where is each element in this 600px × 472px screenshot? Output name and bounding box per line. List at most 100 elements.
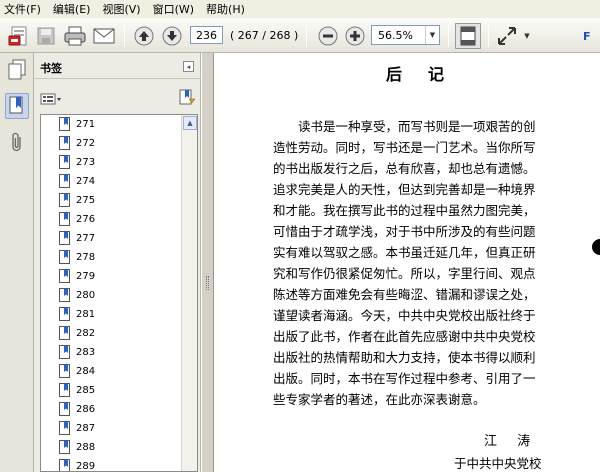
- bookmark-icon: [59, 307, 71, 321]
- bookmark-item[interactable]: 275: [41, 191, 181, 210]
- bookmark-label: 284: [76, 366, 96, 377]
- navigation-strip: [0, 53, 34, 472]
- zoom-out-icon[interactable]: [316, 24, 340, 48]
- bookmark-item[interactable]: 283: [41, 343, 181, 362]
- fit-page-icon[interactable]: [455, 23, 481, 49]
- zoom-in-icon[interactable]: [343, 24, 367, 48]
- document-line: 的书出版发行之后，总有欣喜，却也总有遗憾。: [273, 161, 536, 176]
- bookmark-icon: [59, 459, 71, 471]
- menu-edit[interactable]: 编辑(E): [53, 1, 91, 17]
- bookmark-label: 285: [76, 385, 96, 396]
- bookmark-label: 281: [76, 309, 96, 320]
- menu-help[interactable]: 帮助(H): [206, 1, 245, 17]
- bookmark-label: 272: [76, 138, 96, 149]
- toolbar: ( 267 / 268 ) 56.5% ▼: [0, 18, 600, 53]
- bookmark-tree: 271 272 273 274 275 276 277 278 279 280 281 282 283 2…: [40, 114, 198, 472]
- save-icon[interactable]: [34, 23, 58, 49]
- bookmark-icon: [59, 212, 71, 226]
- signature-name: 江 涛: [484, 434, 539, 449]
- email-icon[interactable]: [91, 23, 117, 49]
- bookmark-label: 289: [76, 461, 96, 472]
- previous-page-icon[interactable]: [132, 24, 156, 48]
- full-screen-icon[interactable]: [494, 23, 520, 49]
- bookmark-label: 276: [76, 214, 96, 225]
- bookmark-item[interactable]: 278: [41, 248, 181, 267]
- bookmark-item[interactable]: 280: [41, 286, 181, 305]
- zoom-value: 56.5%: [378, 28, 413, 42]
- bookmark-icon: [59, 174, 71, 188]
- bookmark-item[interactable]: 276: [41, 210, 181, 229]
- document-line: 些专家学者的著述，在此亦深表谢意。: [273, 392, 486, 407]
- bookmark-item[interactable]: 277: [41, 229, 181, 248]
- bookmarks-panel: 书签 ◂ 271 272 273 274 275 276 277 278 279…: [34, 53, 201, 472]
- document-line: 追求完美是人的天性，但达到完善却是一种境界: [273, 182, 536, 197]
- chevron-down-icon[interactable]: ▼: [522, 30, 532, 42]
- chevron-down-icon[interactable]: ▼: [425, 26, 439, 44]
- bookmark-icon: [59, 421, 71, 435]
- bookmark-icon: [59, 155, 71, 169]
- bookmark-item[interactable]: 282: [41, 324, 181, 343]
- bookmark-item[interactable]: 289: [41, 457, 181, 472]
- bookmark-item[interactable]: 279: [41, 267, 181, 286]
- bookmark-item[interactable]: 286: [41, 400, 181, 419]
- bookmark-item[interactable]: 281: [41, 305, 181, 324]
- bookmark-icon: [59, 383, 71, 397]
- document-line: 出版社的热情帮助和大力支持，使本书得以顺利: [273, 350, 536, 365]
- bookmark-label: 287: [76, 423, 96, 434]
- menu-file[interactable]: 文件(F): [4, 1, 41, 17]
- splitter-grip-icon[interactable]: [206, 276, 209, 290]
- bookmark-icon: [59, 193, 71, 207]
- truncated-toolbar-label[interactable]: F: [583, 30, 591, 43]
- bookmark-label: 278: [76, 252, 96, 263]
- zoom-select[interactable]: 56.5% ▼: [371, 25, 440, 45]
- pdf-reader-window: 文件(F) 编辑(E) 视图(V) 窗口(W) 帮助(H) 236 (267 …: [0, 0, 600, 472]
- bookmark-icon: [59, 231, 71, 245]
- menu-view[interactable]: 视图(V): [102, 1, 140, 17]
- page-edge-marker: [592, 239, 600, 255]
- document-line: 造性劳动。同时，写书还是一门艺术。当你所写: [273, 140, 536, 155]
- bookmark-item[interactable]: 285: [41, 381, 181, 400]
- document-title: 后记: [386, 65, 471, 84]
- scroll-up-icon[interactable]: ▲: [183, 116, 197, 130]
- bookmark-label: 282: [76, 328, 96, 339]
- bookmark-label: 271: [76, 119, 96, 130]
- bookmark-icon: [59, 345, 71, 359]
- print-icon[interactable]: [62, 23, 88, 49]
- document-line: 读书是一种享受，而写书则是一项艰苦的创: [298, 119, 536, 134]
- bookmark-label: 280: [76, 290, 96, 301]
- bookmark-item[interactable]: 271: [41, 115, 181, 134]
- bookmark-label: 283: [76, 347, 96, 358]
- page-number-input[interactable]: [190, 26, 223, 44]
- bookmark-label: 273: [76, 157, 96, 168]
- pages-icon[interactable]: [5, 57, 29, 83]
- bookmark-label: 286: [76, 404, 96, 415]
- create-pdf-icon[interactable]: [6, 23, 32, 49]
- bookmark-item[interactable]: 288: [41, 438, 181, 457]
- attachments-icon[interactable]: [5, 129, 29, 155]
- menubar: 文件(F) 编辑(E) 视图(V) 窗口(W) 帮助(H): [0, 0, 600, 18]
- bookmark-label: 288: [76, 442, 96, 453]
- menu-window[interactable]: 窗口(W): [153, 1, 194, 17]
- document-line: 谨望读者海涵。今天，中共中央党校出版社终于: [273, 308, 536, 323]
- document-line: 陈述等方面难免会有些晦涩、错漏和谬误之处，: [273, 287, 536, 302]
- bookmark-label: 279: [76, 271, 96, 282]
- bookmark-item[interactable]: 273: [41, 153, 181, 172]
- bookmark-icon: [59, 136, 71, 150]
- bookmark-item[interactable]: 272: [41, 134, 181, 153]
- bookmark-icon: [59, 440, 71, 454]
- bookmark-item[interactable]: 284: [41, 362, 181, 381]
- page-count-label: ( 267 / 268 ): [230, 29, 299, 42]
- bookmarks-icon[interactable]: [5, 93, 29, 119]
- document-line: 可惜由于才疏学浅，对于书中所涉及的有些问题: [273, 224, 536, 239]
- document-line: 出版。同时，本书在写作过程中参考、引用了一: [273, 371, 536, 386]
- bookmark-scrollbar[interactable]: ▲: [181, 115, 197, 471]
- next-page-icon[interactable]: [160, 24, 184, 48]
- document-view[interactable]: 后记 读书是一种享受，而写书则是一项艰苦的创造性劳动。同时，写书还是一门艺术。当…: [214, 53, 600, 472]
- bookmarks-toolbar: [34, 80, 201, 106]
- bookmark-item[interactable]: 287: [41, 419, 181, 438]
- expand-bookmark-icon[interactable]: [178, 88, 196, 106]
- collapse-panel-icon[interactable]: ◂: [183, 61, 194, 72]
- options-menu-button[interactable]: [40, 93, 62, 105]
- panel-splitter[interactable]: [201, 53, 214, 472]
- bookmark-item[interactable]: 274: [41, 172, 181, 191]
